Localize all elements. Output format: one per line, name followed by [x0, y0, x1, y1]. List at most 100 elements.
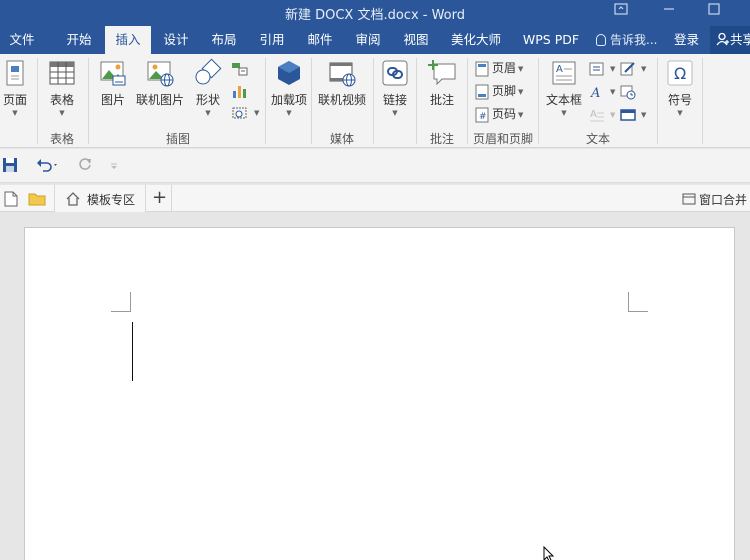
- comments-group-label: 批注: [429, 132, 454, 146]
- link-label: 链接: [382, 93, 407, 107]
- tab-home[interactable]: 开始: [55, 26, 103, 54]
- screenshot-button[interactable]: ▼: [231, 102, 259, 122]
- document-page[interactable]: [24, 227, 735, 560]
- wordart-button[interactable]: A ▼: [589, 81, 615, 101]
- quick-access-toolbar: [0, 149, 750, 183]
- online-picture-label: 联机图片: [135, 93, 184, 107]
- page-number-dropdown-icon: ▼: [518, 110, 524, 119]
- object-button[interactable]: ▼: [620, 104, 646, 124]
- tell-me-search[interactable]: 告诉我...: [596, 26, 657, 54]
- quick-parts-dropdown-icon: ▼: [610, 64, 616, 73]
- online-video-label: 联机视频: [317, 93, 366, 107]
- save-icon[interactable]: [2, 157, 18, 176]
- picture-label: 图片: [100, 93, 125, 107]
- addins-button[interactable]: 加载项 ▼: [270, 58, 308, 117]
- addins-label: 加载项: [270, 93, 307, 107]
- group-separator: [702, 58, 703, 144]
- share-button[interactable]: 共享: [710, 26, 750, 54]
- addins-icon: [278, 61, 300, 85]
- footer-button[interactable]: 页脚 ▼: [475, 81, 523, 101]
- illustrations-group-label: 插图: [165, 132, 190, 146]
- page-dropdown-icon: ▼: [12, 109, 18, 117]
- wordart-dropdown-icon: ▼: [610, 87, 616, 96]
- tab-layout[interactable]: 布局: [201, 26, 247, 54]
- new-tab-button[interactable]: +: [148, 185, 172, 212]
- picture-icon: [100, 61, 126, 86]
- svg-text:Ω: Ω: [674, 64, 686, 83]
- page-number-icon: #: [475, 107, 489, 122]
- smartart-button[interactable]: [231, 58, 252, 78]
- screenshot-icon: [232, 107, 247, 118]
- shapes-label: 形状: [195, 93, 220, 107]
- tell-me-label: 告诉我...: [610, 33, 658, 47]
- signature-line-dropdown-icon: ▼: [641, 64, 647, 73]
- shapes-button[interactable]: 形状 ▼: [190, 58, 226, 117]
- table-label: 表格: [49, 93, 74, 107]
- person-icon: [716, 32, 729, 46]
- footer-icon: [475, 84, 489, 99]
- login-button[interactable]: 登录: [674, 26, 699, 54]
- group-separator: [416, 58, 417, 144]
- chart-icon: [233, 85, 246, 98]
- open-folder-icon[interactable]: [28, 191, 46, 210]
- page-icon: [6, 60, 24, 86]
- tab-template-zone[interactable]: 模板专区: [54, 185, 146, 212]
- group-separator: [657, 58, 658, 144]
- drop-cap-dropdown-icon: ▼: [610, 110, 616, 119]
- table-button[interactable]: 表格 ▼: [42, 58, 82, 117]
- link-button[interactable]: 链接 ▼: [377, 58, 413, 117]
- undo-icon[interactable]: [36, 157, 60, 176]
- addins-dropdown-icon: ▼: [286, 109, 292, 117]
- maximize-icon[interactable]: [706, 3, 722, 19]
- picture-button[interactable]: 图片: [96, 58, 130, 108]
- mouse-pointer-icon: [543, 545, 557, 560]
- tab-references[interactable]: 引用: [249, 26, 295, 54]
- omega-icon: Ω: [667, 60, 693, 86]
- minimize-icon[interactable]: [661, 3, 677, 19]
- tab-insert[interactable]: 插入: [105, 26, 151, 54]
- merge-windows-button[interactable]: 窗口合并: [682, 191, 747, 208]
- page-number-button[interactable]: # 页码 ▼: [475, 104, 523, 124]
- signature-line-button[interactable]: ▼: [620, 58, 646, 78]
- text-cursor: [132, 322, 133, 381]
- ribbon-tabs: 文件 开始 插入 设计 布局 引用 邮件 审阅 视图 美化大师 WPS PDF …: [0, 26, 750, 54]
- symbol-label: 符号: [667, 93, 692, 107]
- tab-review[interactable]: 审阅: [345, 26, 391, 54]
- page-button[interactable]: 页面 ▼: [0, 58, 30, 117]
- chart-button[interactable]: [231, 80, 252, 100]
- date-time-icon: [620, 85, 636, 99]
- new-document-icon[interactable]: [4, 191, 18, 210]
- tab-file[interactable]: 文件: [0, 26, 44, 54]
- comment-button[interactable]: 批注: [422, 58, 462, 108]
- merge-windows-label: 窗口合并: [699, 193, 748, 207]
- drop-cap-icon: A: [590, 109, 604, 121]
- link-icon: [382, 60, 408, 86]
- date-time-button[interactable]: [620, 81, 639, 101]
- ribbon-insert: 页面 ▼ 表格 ▼ 表格 图片 联机图片 形状 ▼ ▼ 插图 加载项 ▼ 联机视…: [0, 54, 750, 148]
- customize-qat-icon[interactable]: [110, 160, 118, 174]
- redo-icon[interactable]: [77, 157, 93, 176]
- svg-text:#: #: [479, 112, 487, 122]
- quick-parts-button[interactable]: ▼: [589, 58, 615, 78]
- online-video-button[interactable]: 联机视频: [314, 58, 370, 108]
- svg-text:A: A: [590, 86, 600, 100]
- template-zone-label: 模板专区: [87, 193, 136, 207]
- textbox-button[interactable]: A 文本框 ▼: [543, 58, 585, 117]
- signature-line-icon: [620, 61, 635, 75]
- tab-beautify-master[interactable]: 美化大师: [445, 26, 507, 54]
- tab-wps-pdf[interactable]: WPS PDF: [516, 26, 586, 54]
- ribbon-display-options-icon[interactable]: [613, 3, 629, 19]
- symbol-button[interactable]: Ω 符号 ▼: [662, 58, 698, 117]
- object-dropdown-icon: ▼: [641, 110, 647, 119]
- margin-marker-top-right: [628, 292, 648, 312]
- tab-view[interactable]: 视图: [393, 26, 439, 54]
- margin-marker-top-left: [111, 292, 131, 312]
- online-picture-button[interactable]: 联机图片: [134, 58, 186, 108]
- tab-design[interactable]: 设计: [153, 26, 199, 54]
- table-icon: [49, 61, 75, 85]
- tab-mailings[interactable]: 邮件: [297, 26, 343, 54]
- header-footer-group-label: 页眉和页脚: [472, 132, 533, 146]
- header-button[interactable]: 页眉 ▼: [475, 58, 523, 78]
- drop-cap-button[interactable]: A ▼: [589, 104, 615, 124]
- symbol-dropdown-icon: ▼: [677, 109, 683, 117]
